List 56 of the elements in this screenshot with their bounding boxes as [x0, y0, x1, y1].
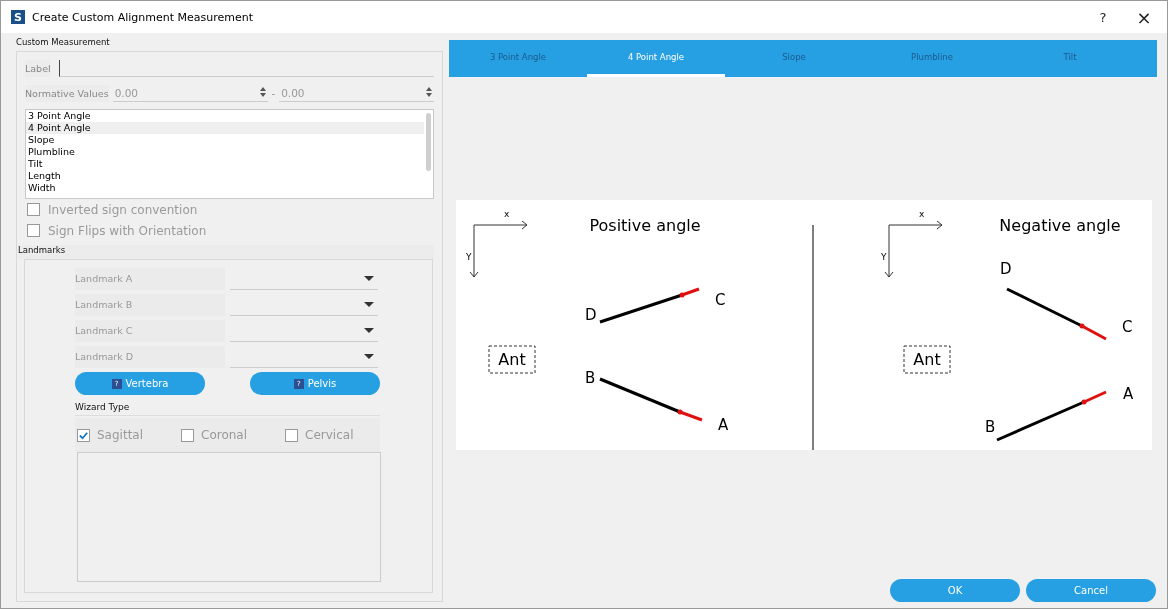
- spin-field[interactable]: 0.00: [279, 84, 434, 102]
- diagram-title: Negative angle: [999, 216, 1121, 235]
- checkmark-icon: [78, 429, 89, 441]
- label-frame: [488, 345, 536, 374]
- diagram-title: Positive angle: [589, 216, 701, 235]
- tab[interactable]: Tilt: [1001, 40, 1139, 77]
- list-item[interactable]: Tilt: [26, 158, 424, 170]
- point-label: A: [1123, 385, 1134, 403]
- dialog-button[interactable]: OK: [890, 579, 1020, 602]
- list-item[interactable]: Plumbline: [26, 146, 424, 158]
- spinner-arrows-icon[interactable]: [426, 86, 432, 97]
- tab[interactable]: Plumbline: [863, 40, 1001, 77]
- dialog-button[interactable]: Cancel: [1026, 579, 1156, 602]
- section-title: Wizard Type: [75, 402, 380, 416]
- scrollbar[interactable]: [426, 113, 431, 171]
- side-label: Ant: [913, 350, 941, 369]
- point-label: D: [585, 306, 597, 324]
- label-input-field[interactable]: [58, 59, 434, 77]
- list-item[interactable]: 4 Point Angle: [26, 122, 424, 134]
- list-item[interactable]: Slope: [26, 134, 424, 146]
- window-title: Create Custom Alignment Measurement: [32, 10, 254, 24]
- field-label: Landmark D: [75, 346, 225, 368]
- section-title: Custom Measurement: [16, 37, 111, 49]
- checkbox[interactable]: Coronal: [179, 428, 248, 442]
- point-label: B: [585, 369, 596, 387]
- label-frame: [903, 345, 951, 374]
- point-label: A: [718, 416, 729, 434]
- close-button[interactable]: ×: [1127, 2, 1161, 32]
- list-item[interactable]: 3 Point Angle: [26, 110, 424, 122]
- field-label: Landmark B: [75, 294, 225, 316]
- tab[interactable]: 4 Point Angle: [587, 40, 725, 77]
- field-label: Label: [25, 59, 51, 77]
- separator-text: -: [271, 87, 276, 99]
- field-label: Landmark A: [75, 268, 225, 290]
- tab[interactable]: Slope: [725, 40, 863, 77]
- list-item[interactable]: Width: [26, 182, 424, 194]
- axis-label: x: [919, 209, 925, 219]
- point-label: C: [715, 291, 726, 309]
- point-label: C: [1122, 318, 1133, 336]
- tab[interactable]: 3 Point Angle: [449, 40, 587, 77]
- help-button[interactable]: ?: [1086, 2, 1120, 32]
- app-logo-icon: S: [11, 10, 25, 24]
- list-item[interactable]: Length: [26, 170, 424, 182]
- section-title: Landmarks: [18, 245, 434, 259]
- checkbox[interactable]: Sagittal: [75, 428, 144, 442]
- axis-label: x: [504, 209, 510, 219]
- spin-field[interactable]: 0.00: [112, 84, 268, 102]
- side-label: Ant: [498, 350, 526, 369]
- field-label: Landmark C: [75, 320, 225, 342]
- checkbox[interactable]: Cervical: [283, 428, 354, 442]
- axis-label: Y: [466, 252, 472, 262]
- spinner-arrows-icon[interactable]: [259, 86, 266, 97]
- field-label: Normative Values: [25, 84, 109, 102]
- point-label: B: [985, 418, 996, 436]
- axis-label: Y: [881, 252, 887, 262]
- point-label: D: [1000, 260, 1012, 278]
